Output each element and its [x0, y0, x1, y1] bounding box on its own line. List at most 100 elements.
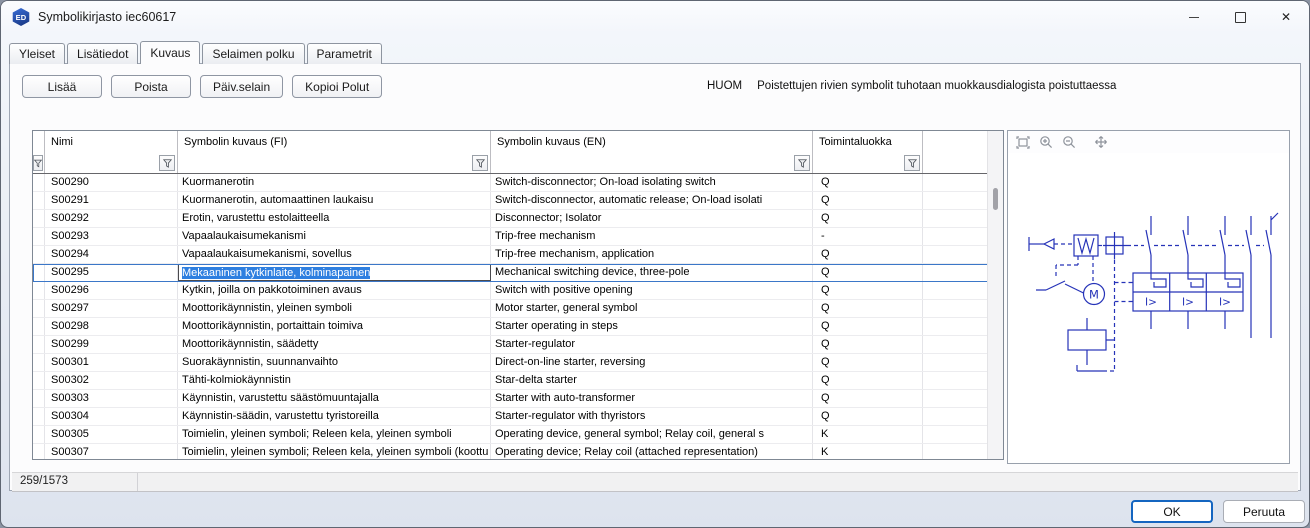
table-row[interactable]: S00294 Vapaalaukaisumekanismi, sovellus …	[33, 246, 1003, 264]
pan-button[interactable]	[1093, 134, 1109, 150]
cell-toimintaluokka[interactable]: Q	[813, 336, 923, 353]
cell-nimi[interactable]: S00303	[45, 390, 178, 407]
table-row[interactable]: S00301 Suorakäynnistin, suunnanvaihto Di…	[33, 354, 1003, 372]
cell-nimi[interactable]: S00299	[45, 336, 178, 353]
table-row[interactable]: S00305 Toimielin, yleinen symboli; Relee…	[33, 426, 1003, 444]
table-row[interactable]: S00302 Tähti-kolmiokäynnistin Star-delta…	[33, 372, 1003, 390]
row-selector-cell[interactable]	[33, 300, 45, 317]
cell-nimi[interactable]: S00305	[45, 426, 178, 443]
row-selector-cell[interactable]	[33, 192, 45, 209]
filter-cell-kuvaus-en[interactable]	[491, 154, 813, 173]
filter-button[interactable]	[904, 155, 920, 171]
cell-kuvaus-fi[interactable]: Kytkin, joilla on pakkotoiminen avaus	[178, 282, 491, 299]
cell-kuvaus-en[interactable]: Motor starter, general symbol	[491, 300, 813, 317]
scrollbar-thumb[interactable]	[993, 188, 998, 210]
filter-cell-toimintaluokka[interactable]	[813, 154, 923, 173]
cell-toimintaluokka[interactable]: Q	[813, 264, 923, 281]
cell-kuvaus-en[interactable]: Switch with positive opening	[491, 282, 813, 299]
row-selector-cell[interactable]	[33, 408, 45, 425]
cell-kuvaus-fi[interactable]: Suorakäynnistin, suunnanvaihto	[178, 354, 491, 371]
cell-toimintaluokka[interactable]: Q	[813, 372, 923, 389]
cell-nimi[interactable]: S00304	[45, 408, 178, 425]
zoom-in-button[interactable]	[1038, 134, 1054, 150]
cell-kuvaus-en[interactable]: Starter-regulator with thyristors	[491, 408, 813, 425]
cell-kuvaus-en[interactable]: Trip-free mechanism, application	[491, 246, 813, 263]
delete-button[interactable]: Poista	[111, 75, 191, 98]
row-selector-cell[interactable]	[33, 426, 45, 443]
table-vertical-scrollbar[interactable]	[987, 131, 1003, 459]
close-button[interactable]: ✕	[1263, 1, 1309, 33]
tab-lisatiedot[interactable]: Lisätiedot	[67, 43, 138, 64]
minimize-button[interactable]	[1171, 1, 1217, 33]
tab-kuvaus[interactable]: Kuvaus	[140, 41, 200, 64]
table-row[interactable]: S00290 Kuormanerotin Switch-disconnector…	[33, 174, 1003, 192]
row-selector-cell[interactable]	[33, 318, 45, 335]
cell-toimintaluokka[interactable]: Q	[813, 246, 923, 263]
cell-kuvaus-fi[interactable]: Toimielin, yleinen symboli; Releen kela,…	[178, 426, 491, 443]
cell-kuvaus-en[interactable]: Operating device; Relay coil (attached r…	[491, 444, 813, 460]
row-selector-cell[interactable]	[33, 372, 45, 389]
cell-nimi[interactable]: S00297	[45, 300, 178, 317]
cell-toimintaluokka[interactable]: Q	[813, 408, 923, 425]
cell-nimi[interactable]: S00302	[45, 372, 178, 389]
cell-kuvaus-en[interactable]: Switch-disconnector, automatic release; …	[491, 192, 813, 209]
cell-kuvaus-fi[interactable]: Mekaaninen kytkinlaite, kolminapainen	[178, 264, 491, 281]
zoom-out-button[interactable]	[1061, 134, 1077, 150]
maximize-button[interactable]	[1217, 1, 1263, 33]
table-row[interactable]: S00303 Käynnistin, varustettu säästömuun…	[33, 390, 1003, 408]
cell-kuvaus-fi[interactable]: Moottorikäynnistin, säädetty	[178, 336, 491, 353]
cell-nimi[interactable]: S00293	[45, 228, 178, 245]
row-selector-cell[interactable]	[33, 444, 45, 460]
cell-kuvaus-en[interactable]: Mechanical switching device, three-pole	[491, 264, 813, 281]
cell-toimintaluokka[interactable]: Q	[813, 174, 923, 191]
cell-kuvaus-fi[interactable]: Tähti-kolmiokäynnistin	[178, 372, 491, 389]
cell-toimintaluokka[interactable]: K	[813, 444, 923, 460]
filter-cell-nimi[interactable]	[45, 154, 178, 173]
table-row[interactable]: S00299 Moottorikäynnistin, säädetty Star…	[33, 336, 1003, 354]
filter-cell-kuvaus-fi[interactable]	[178, 154, 491, 173]
column-header-rowselector[interactable]	[33, 131, 45, 154]
cell-kuvaus-en[interactable]: Starter operating in steps	[491, 318, 813, 335]
cell-toimintaluokka[interactable]: Q	[813, 300, 923, 317]
cell-toimintaluokka[interactable]: Q	[813, 210, 923, 227]
copy-paths-button[interactable]: Kopioi Polut	[292, 75, 382, 98]
cell-nimi[interactable]: S00290	[45, 174, 178, 191]
cell-nimi[interactable]: S00296	[45, 282, 178, 299]
table-row[interactable]: S00298 Moottorikäynnistin, portaittain t…	[33, 318, 1003, 336]
table-row[interactable]: S00307 Toimielin, yleinen symboli; Relee…	[33, 444, 1003, 460]
row-selector-cell[interactable]	[33, 354, 45, 371]
column-header-nimi[interactable]: Nimi	[45, 131, 178, 154]
cell-nimi[interactable]: S00298	[45, 318, 178, 335]
cell-kuvaus-fi[interactable]: Vapaalaukaisumekanismi	[178, 228, 491, 245]
cell-kuvaus-fi[interactable]: Kuormanerotin, automaattinen laukaisu	[178, 192, 491, 209]
cell-toimintaluokka[interactable]: Q	[813, 192, 923, 209]
cancel-button[interactable]: Peruuta	[1223, 500, 1305, 523]
cell-nimi[interactable]: S00307	[45, 444, 178, 460]
table-row[interactable]: S00292 Erotin, varustettu estolaitteella…	[33, 210, 1003, 228]
cell-kuvaus-fi[interactable]: Erotin, varustettu estolaitteella	[178, 210, 491, 227]
tab-yleiset[interactable]: Yleiset	[9, 43, 65, 64]
filter-button[interactable]	[472, 155, 488, 171]
table-row[interactable]: S00295 Mekaaninen kytkinlaite, kolminapa…	[33, 264, 1003, 282]
add-button[interactable]: Lisää	[22, 75, 102, 98]
cell-kuvaus-en[interactable]: Trip-free mechanism	[491, 228, 813, 245]
row-selector-cell[interactable]	[33, 336, 45, 353]
row-selector-cell[interactable]	[33, 174, 45, 191]
cell-kuvaus-en[interactable]: Starter-regulator	[491, 336, 813, 353]
row-selector-cell[interactable]	[33, 210, 45, 227]
ok-button[interactable]: OK	[1131, 500, 1213, 523]
cell-kuvaus-fi[interactable]: Kuormanerotin	[178, 174, 491, 191]
column-header-toimintaluokka[interactable]: Toimintaluokka	[813, 131, 923, 154]
cell-kuvaus-en[interactable]: Disconnector; Isolator	[491, 210, 813, 227]
cell-kuvaus-fi[interactable]: Käynnistin-säädin, varustettu tyristorei…	[178, 408, 491, 425]
table-row[interactable]: S00304 Käynnistin-säädin, varustettu tyr…	[33, 408, 1003, 426]
cell-toimintaluokka[interactable]: Q	[813, 318, 923, 335]
tab-selaimen-polku[interactable]: Selaimen polku	[202, 43, 304, 64]
cell-toimintaluokka[interactable]: Q	[813, 354, 923, 371]
table-row[interactable]: S00293 Vapaalaukaisumekanismi Trip-free …	[33, 228, 1003, 246]
filter-button[interactable]	[33, 155, 43, 171]
cell-nimi[interactable]: S00292	[45, 210, 178, 227]
cell-kuvaus-en[interactable]: Starter with auto-transformer	[491, 390, 813, 407]
table-row[interactable]: S00296 Kytkin, joilla on pakkotoiminen a…	[33, 282, 1003, 300]
cell-toimintaluokka[interactable]: Q	[813, 390, 923, 407]
